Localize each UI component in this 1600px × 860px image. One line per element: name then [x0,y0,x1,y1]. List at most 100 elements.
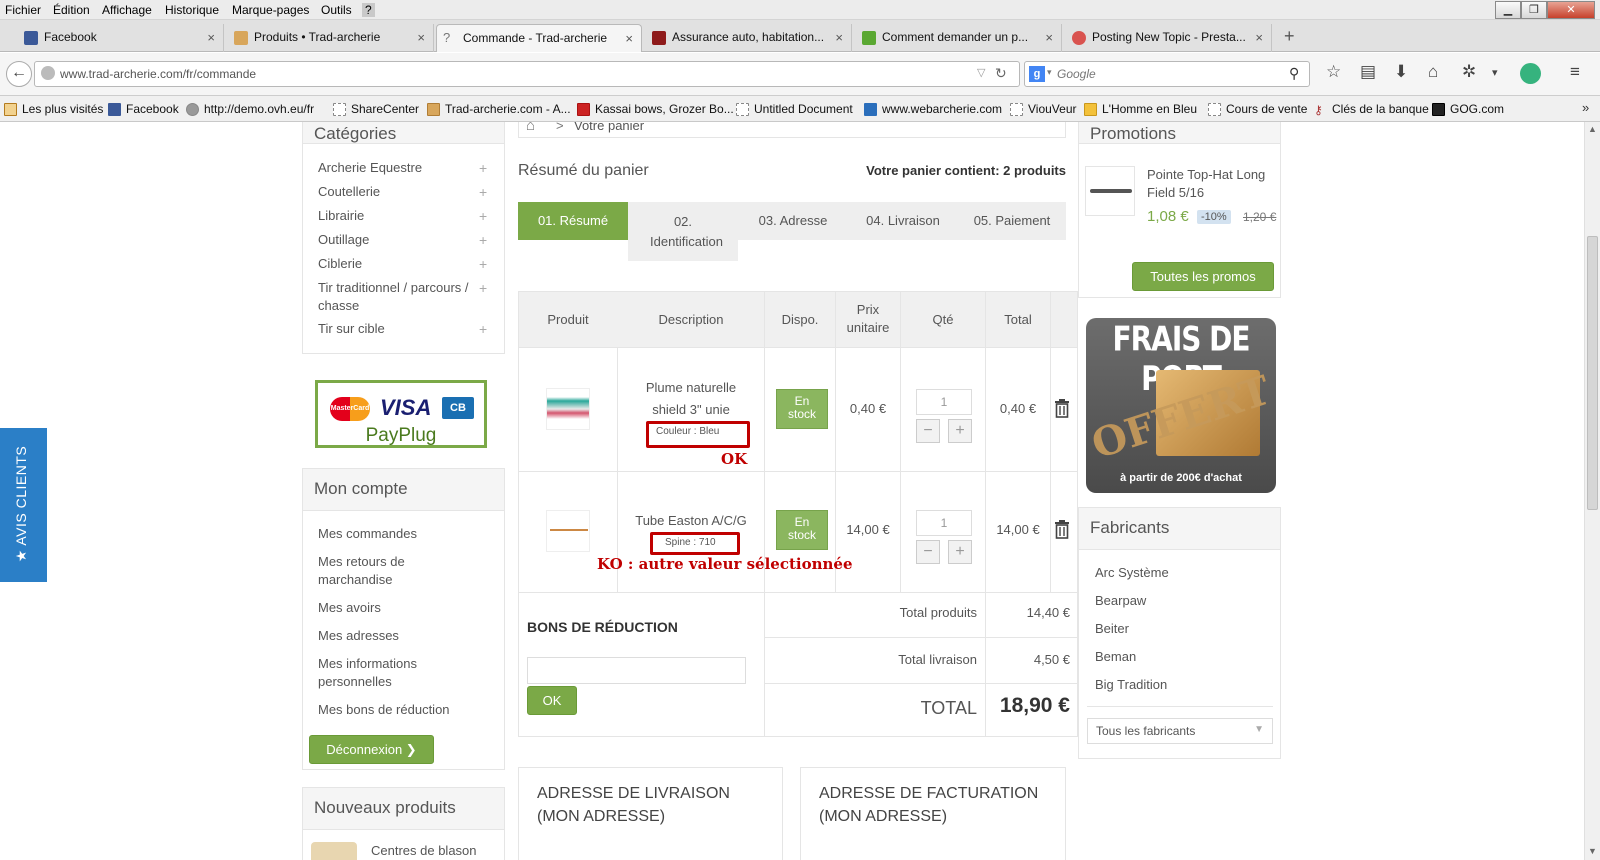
tab-commande[interactable]: ? Commande - Trad-archerie × [436,24,642,52]
bookmark-item[interactable]: http://demo.ovh.eu/fr [186,102,314,116]
scrollbar-thumb[interactable] [1587,236,1598,510]
menu-edition[interactable]: Édition [53,3,90,17]
bookmark-item[interactable]: Cours de vente [1208,102,1307,116]
home-icon[interactable]: ⌂ [1428,62,1438,82]
customer-reviews-tab[interactable]: ★ AVIS CLIENTS [0,428,47,582]
manufacturer-link[interactable]: Bearpaw [1095,592,1146,610]
extension-dropdown-icon[interactable]: ▾ [1492,66,1498,79]
close-tab-icon[interactable]: × [207,30,215,45]
engine-dropdown-icon[interactable]: ▾ [1047,67,1052,78]
quantity-input[interactable]: 1 [916,389,972,415]
promo-product-image[interactable] [1085,166,1135,216]
promo-product-name[interactable]: Pointe Top-Hat Long Field 5/16 [1147,166,1277,202]
voucher-input[interactable] [527,657,746,684]
grammarly-icon[interactable] [1520,63,1541,84]
hamburger-menu-icon[interactable]: ≡ [1570,62,1580,82]
all-promos-button[interactable]: Toutes les promos [1132,262,1274,291]
product-name[interactable]: Plume naturelle shield 3" unie [628,377,754,421]
manufacturer-link[interactable]: Big Tradition [1095,676,1167,694]
step-identification[interactable]: 02. Identification [628,202,738,261]
manufacturer-link[interactable]: Beiter [1095,620,1129,638]
expand-plus-icon[interactable]: + [479,184,487,200]
menu-affichage[interactable]: Affichage [102,3,152,17]
free-shipping-banner[interactable]: FRAIS DE PORT OFFERT à partir de 200€ d'… [1086,318,1276,493]
product-image[interactable] [546,510,590,552]
quantity-minus-button[interactable]: − [916,419,940,443]
manufacturer-select[interactable]: Tous les fabricants ▼ [1087,718,1273,744]
menu-historique[interactable]: Historique [165,3,219,17]
tab-posting[interactable]: Posting New Topic - Presta... × [1066,24,1272,52]
menu-outils[interactable]: Outils [321,3,352,17]
voucher-ok-button[interactable]: OK [527,686,577,715]
quantity-minus-button[interactable]: − [916,540,940,564]
page-scrollbar[interactable]: ▲ ▼ [1584,122,1600,860]
step-summary[interactable]: 01. Résumé [518,202,628,240]
product-thumbnail[interactable] [311,842,357,860]
google-icon[interactable]: g [1029,66,1045,82]
back-arrow-icon[interactable]: ← [6,61,32,87]
tab-produits[interactable]: Produits • Trad-archerie × [228,24,434,52]
product-image[interactable] [546,388,590,430]
dropdown-icon[interactable]: ▽ [977,66,985,79]
new-tab-button[interactable]: + [1284,26,1295,47]
new-product-link[interactable]: Centres de blason [371,842,477,860]
bookmark-item[interactable]: Trad-archerie.com - A... [427,102,571,116]
maximize-button[interactable]: ❐ [1521,1,1547,19]
home-icon[interactable]: ⌂ [526,122,535,134]
category-link[interactable]: Coutellerie [318,183,380,201]
close-tab-icon[interactable]: × [625,31,633,46]
close-tab-icon[interactable]: × [835,30,843,45]
close-tab-icon[interactable]: × [1255,30,1263,45]
expand-plus-icon[interactable]: + [479,256,487,272]
account-link[interactable]: Mes avoirs [318,599,381,617]
close-tab-icon[interactable]: × [1045,30,1053,45]
logout-button[interactable]: Déconnexion ❯ [309,735,434,764]
category-link[interactable]: Archerie Equestre [318,159,422,177]
url-text[interactable]: www.trad-archerie.com/fr/commande [60,67,256,81]
account-link[interactable]: Mes bons de réduction [318,701,450,719]
expand-plus-icon[interactable]: + [479,160,487,176]
step-payment[interactable]: 05. Paiement [958,202,1066,240]
minimize-button[interactable]: ▁ [1495,1,1521,19]
quantity-plus-button[interactable]: + [948,540,972,564]
bookmark-item[interactable]: ⚷ Clés de la banque [1314,102,1429,117]
menu-fichier[interactable]: Fichier [5,3,41,17]
category-link[interactable]: Tir traditionnel / parcours / chasse [318,279,486,315]
download-icon[interactable]: ⬇ [1394,62,1408,82]
expand-plus-icon[interactable]: + [479,321,487,337]
bookmarks-overflow[interactable]: » [1582,100,1589,115]
search-placeholder[interactable]: Google [1057,67,1096,81]
bookmark-item[interactable]: Facebook [108,102,179,116]
trash-icon[interactable] [1054,398,1070,418]
bookmark-star-icon[interactable]: ☆ [1326,62,1341,82]
quantity-plus-button[interactable]: + [948,419,972,443]
step-shipping[interactable]: 04. Livraison [848,202,958,240]
step-address[interactable]: 03. Adresse [738,202,848,240]
quantity-input[interactable]: 1 [916,510,972,536]
scroll-down-icon[interactable]: ▼ [1588,846,1597,856]
category-link[interactable]: Librairie [318,207,364,225]
manufacturer-link[interactable]: Arc Système [1095,564,1169,582]
trash-icon[interactable] [1054,519,1070,539]
tab-assurance[interactable]: Assurance auto, habitation... × [646,24,852,52]
tab-facebook[interactable]: Facebook × [18,24,224,52]
category-link[interactable]: Ciblerie [318,255,362,273]
search-icon[interactable]: ⚲ [1289,65,1299,82]
category-link[interactable]: Outillage [318,231,369,249]
scroll-up-icon[interactable]: ▲ [1588,124,1597,134]
bookmark-item[interactable]: ViouVeur [1010,102,1077,116]
bookmark-item[interactable]: L'Homme en Bleu [1084,102,1197,116]
tab-comment[interactable]: Comment demander un p... × [856,24,1062,52]
extension-icon[interactable]: ✲ [1462,62,1476,82]
manufacturer-link[interactable]: Beman [1095,648,1136,666]
bookmark-item[interactable]: GOG.com [1432,102,1504,116]
account-link[interactable]: Mes adresses [318,627,399,645]
account-link[interactable]: Mes retours de marchandise [318,553,468,589]
bookmark-item[interactable]: Kassai bows, Grozer Bo... [577,102,734,116]
bookmark-item[interactable]: Untitled Document [736,102,853,116]
bookmarks-list-icon[interactable]: ▤ [1360,62,1376,82]
url-bar[interactable]: www.trad-archerie.com/fr/commande ▽ ↻ [34,61,1020,87]
close-window-button[interactable]: ✕ [1547,1,1595,19]
menu-marque-pages[interactable]: Marque-pages [232,3,309,17]
close-tab-icon[interactable]: × [417,30,425,45]
